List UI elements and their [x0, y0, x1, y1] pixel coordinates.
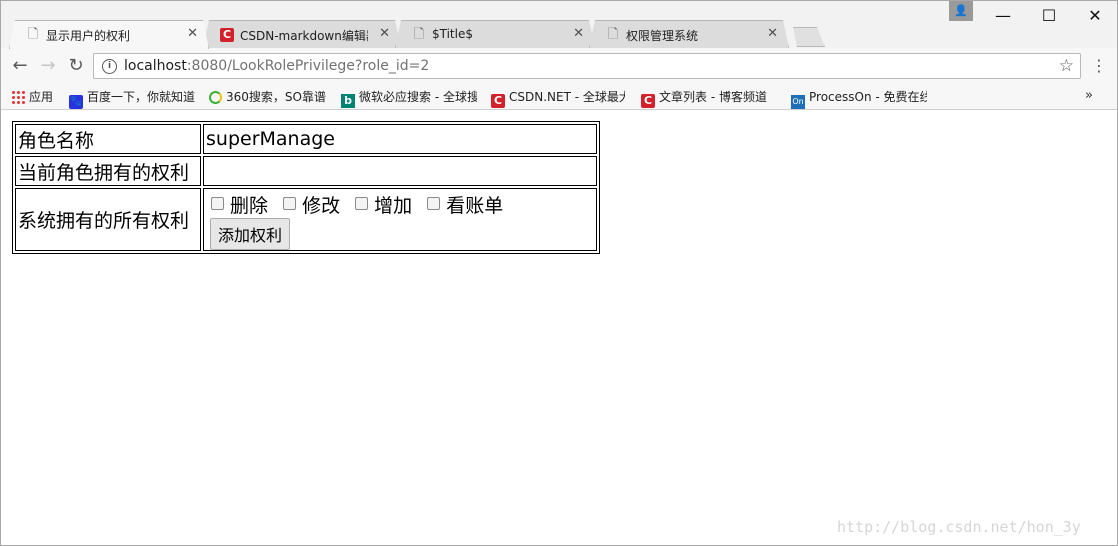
bing-icon: b [341, 94, 355, 108]
tab-label: 权限管理系统 [626, 29, 699, 43]
privilege-label: 看账单 [446, 195, 504, 217]
baidu-paw-icon: 🐾 [69, 95, 83, 109]
privilege-checkbox-add[interactable] [355, 197, 369, 210]
address-bar[interactable]: i localhost:8080/LookRolePrivilege?role_… [93, 53, 1081, 79]
tab-strip: 🗋 显示用户的权利 ✕ C CSDN-markdown编辑器 ✕ 🗋 $Titl… [1, 1, 1117, 48]
url-host: localhost [124, 58, 187, 74]
role-privilege-table: 角色名称 superManage 当前角色拥有的权利 系统拥有的所有权利 删除 … [12, 121, 600, 254]
bookmark-csdn[interactable]: C CSDN.NET - 全球最大 [491, 88, 625, 108]
role-name-value: superManage [203, 124, 597, 154]
close-tab-icon[interactable]: ✕ [379, 26, 390, 42]
privilege-checkbox-delete[interactable] [211, 197, 224, 210]
bookmark-label: ProcessOn - 免费在线 [809, 90, 927, 104]
url-path: :8080/LookRolePrivilege?role_id=2 [186, 58, 430, 74]
bookmark-article-list[interactable]: C 文章列表 - 博客频道 [641, 88, 775, 108]
tab-label: CSDN-markdown编辑器 [240, 29, 368, 43]
processon-icon: On [791, 95, 805, 109]
so360-icon [209, 91, 222, 104]
document-icon: 🗋 [413, 27, 425, 42]
add-privilege-button[interactable]: 添加权利 [210, 218, 291, 250]
privilege-label: 删除 [230, 195, 269, 217]
back-icon[interactable]: ← [9, 55, 31, 77]
privilege-label: 增加 [374, 195, 413, 217]
table-row: 系统拥有的所有权利 删除 修改 增加 看账单 添加权利 [15, 188, 597, 251]
minimize-button[interactable]: — [981, 1, 1025, 31]
tab-privilege-system[interactable]: 🗋 权限管理系统 ✕ [589, 20, 789, 48]
bookmark-apps[interactable]: 应用 [11, 88, 53, 106]
privileges-cell: 删除 修改 增加 看账单 添加权利 [203, 188, 597, 251]
forward-icon[interactable]: → [37, 55, 59, 77]
bookmark-label: 微软必应搜索 - 全球搜 [359, 90, 477, 104]
browser-toolbar: ← → ↻ i localhost:8080/LookRolePrivilege… [1, 48, 1117, 85]
bookmark-label: 文章列表 - 博客频道 [659, 90, 767, 104]
url-text[interactable]: localhost:8080/LookRolePrivilege?role_id… [124, 58, 429, 74]
bookmark-360[interactable]: 360搜索，SO靠谱 [209, 88, 326, 106]
bookmark-star-icon[interactable]: ☆ [1059, 56, 1074, 76]
reload-icon[interactable]: ↻ [65, 55, 87, 77]
role-name-label: 角色名称 [15, 124, 201, 154]
current-privileges-value [203, 156, 597, 186]
page-content: 角色名称 superManage 当前角色拥有的权利 系统拥有的所有权利 删除 … [1, 110, 1117, 545]
maximize-button[interactable]: ☐ [1027, 1, 1071, 31]
bookmark-baidu[interactable]: 🐾 百度一下，你就知道 [69, 88, 196, 109]
table-row: 角色名称 superManage [15, 124, 597, 154]
apps-grid-icon [11, 90, 25, 104]
bookmark-processon[interactable]: On ProcessOn - 免费在线 [791, 88, 927, 109]
tab-csdn-markdown[interactable]: C CSDN-markdown编辑器 ✕ [203, 20, 401, 48]
all-privileges-label: 系统拥有的所有权利 [15, 188, 201, 251]
profile-icon[interactable]: 👤 [949, 1, 973, 21]
table-row: 当前角色拥有的权利 [15, 156, 597, 186]
new-tab-button[interactable] [789, 27, 825, 47]
info-icon[interactable]: i [102, 59, 117, 74]
privilege-checkbox-modify[interactable] [283, 197, 297, 210]
close-tab-icon[interactable]: ✕ [187, 26, 198, 42]
tab-label: 显示用户的权利 [46, 29, 131, 43]
tab-title[interactable]: 🗋 $Title$ ✕ [395, 20, 595, 48]
menu-icon[interactable]: ⋮ [1091, 57, 1107, 75]
watermark: http://blog.csdn.net/hon_3y [837, 518, 1081, 536]
tab-label: $Title$ [432, 27, 473, 41]
bookmark-label: 应用 [29, 90, 54, 104]
csdn-icon: C [491, 94, 505, 108]
document-icon: 🗋 [607, 27, 619, 42]
bookmarks-more-icon[interactable]: » [1085, 88, 1093, 103]
csdn-icon: C [220, 27, 234, 42]
bookmark-label: CSDN.NET - 全球最大 [509, 90, 625, 104]
bookmarks-bar: 应用 🐾 百度一下，你就知道 360搜索，SO靠谱 b 微软必应搜索 - 全球搜 C… [1, 85, 1117, 110]
current-privileges-label: 当前角色拥有的权利 [15, 156, 201, 186]
csdn-icon: C [641, 94, 655, 108]
privilege-label: 修改 [302, 195, 341, 217]
document-icon: 🗋 [27, 27, 39, 42]
close-window-button[interactable]: ✕ [1073, 1, 1117, 31]
close-tab-icon[interactable]: ✕ [767, 26, 778, 42]
bookmark-label: 百度一下，你就知道 [87, 90, 196, 104]
privilege-checkbox-view-bill[interactable] [427, 197, 441, 210]
tab-show-user-privileges[interactable]: 🗋 显示用户的权利 ✕ [9, 20, 209, 49]
bookmark-label: 360搜索，SO靠谱 [226, 90, 326, 104]
browser-window: 🗋 显示用户的权利 ✕ C CSDN-markdown编辑器 ✕ 🗋 $Titl… [0, 0, 1118, 546]
bookmark-bing[interactable]: b 微软必应搜索 - 全球搜 [341, 88, 477, 108]
close-tab-icon[interactable]: ✕ [573, 26, 584, 42]
